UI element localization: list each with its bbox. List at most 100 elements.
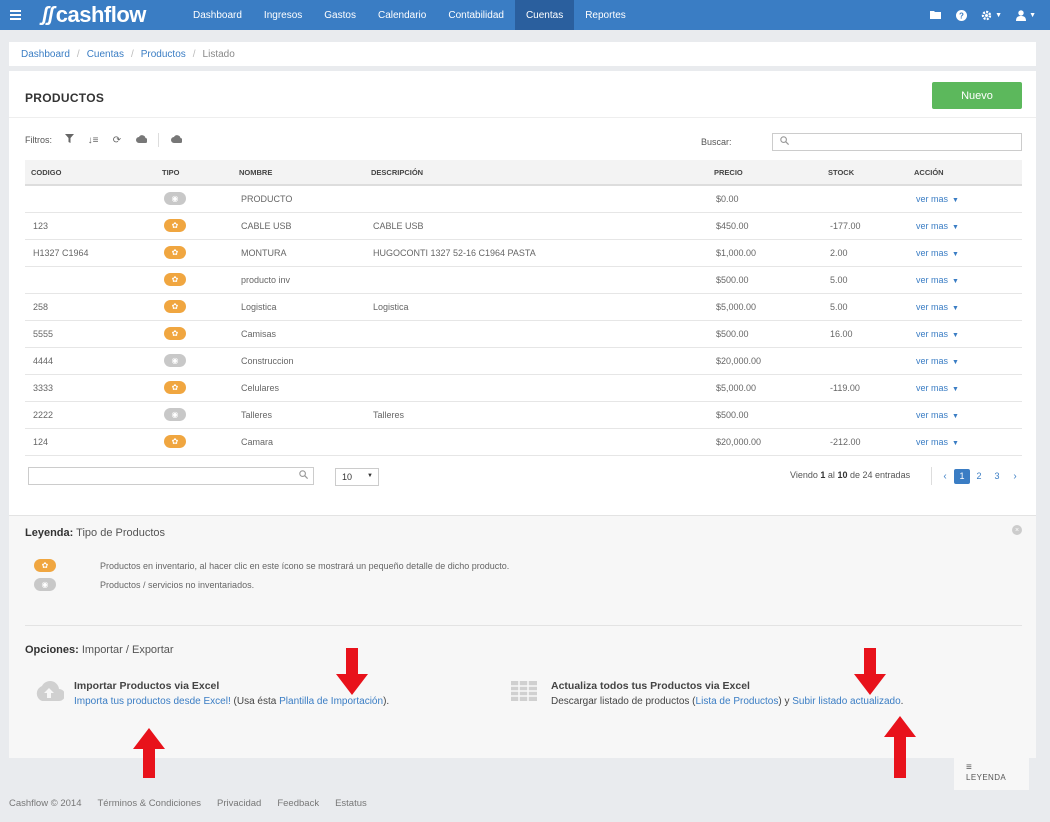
cell-tipo: ◉ [156,347,233,375]
table-row: 3333 ✿ Celulares $5,000.00 -119.00 ver mas ▼ [25,374,1022,402]
chevron-left-icon[interactable]: ‹ [936,469,954,484]
menu-icon[interactable] [0,0,30,30]
footer-search-input[interactable] [28,467,314,485]
folder-icon[interactable] [930,10,942,20]
cell-precio: $450.00 [708,212,822,240]
cell-stock: -212.00 [822,428,908,456]
update-option: Actualiza todos tus Productos via Excel … [511,680,903,708]
non-inventory-product-icon: ◉ [164,408,186,421]
breadcrumb-separator: / [192,48,196,60]
cell-accion: ver mas ▼ [908,347,1022,375]
filter-icon[interactable] [62,134,76,146]
nav-contabilidad[interactable]: Contabilidad [437,0,515,30]
sort-icon[interactable]: ↓≡ [86,135,100,146]
cloud-download-icon[interactable] [134,134,148,146]
inventory-product-icon[interactable]: ✿ [164,246,186,259]
legend-inventory-row: ✿ Productos en inventario, al hacer clic… [34,559,509,572]
cell-precio: $5,000.00 [708,293,822,321]
chevron-down-icon: ▼ [367,473,373,479]
footer-privacy-link[interactable]: Privacidad [217,798,261,809]
product-list-link[interactable]: Lista de Productos [696,696,779,707]
breadcrumb-cuentas[interactable]: Cuentas [87,49,124,60]
legend-inventory-text: Productos en inventario, al hacer clic e… [100,560,510,571]
col-codigo[interactable]: CODIGO [25,160,156,186]
ver-mas-dropdown[interactable]: ver mas ▼ [916,302,959,312]
breadcrumb-separator: / [76,48,80,60]
breadcrumb-productos[interactable]: Productos [141,49,186,60]
page-size-select[interactable]: 10 ▼ [335,468,379,486]
col-tipo[interactable]: TIPO [156,160,233,186]
breadcrumb-current: Listado [202,48,235,60]
annotation-arrow-up [884,716,916,778]
cell-precio: $500.00 [708,266,822,294]
table-row: ✿ producto inv $500.00 5.00 ver mas ▼ [25,266,1022,294]
page-3-button[interactable]: 3 [988,469,1006,484]
nav-calendario[interactable]: Calendario [367,0,437,30]
nav-ingresos[interactable]: Ingresos [253,0,313,30]
non-inventory-product-icon: ◉ [164,354,186,367]
app-logo[interactable]: ʃʃ cashflow [42,2,182,28]
refresh-icon[interactable]: ⟳ [110,135,124,146]
gear-icon[interactable]: ▼ [981,10,1002,21]
inventory-product-icon[interactable]: ✿ [164,381,186,394]
chevron-down-icon: ▼ [952,439,959,447]
chevron-down-icon: ▼ [952,250,959,258]
help-icon[interactable]: ? [956,9,968,21]
cell-descripcion: CABLE USB [365,212,708,240]
footer-terms-link[interactable]: Términos & Condiciones [97,798,201,809]
inventory-product-icon[interactable]: ✿ [164,300,186,313]
nav-reportes[interactable]: Reportes [574,0,637,30]
col-descripcion[interactable]: DESCRIPCIÓN [365,160,708,186]
chevron-right-icon[interactable]: › [1006,469,1024,484]
non-inventory-product-icon: ◉ [164,192,186,206]
col-precio[interactable]: PRECIO [708,160,822,186]
ver-mas-dropdown[interactable]: ver mas ▼ [916,329,959,339]
breadcrumb-separator: / [130,48,134,60]
col-stock[interactable]: STOCK [822,160,908,186]
upload-updated-list-link[interactable]: Subir listado actualizado [792,696,900,707]
legend-tab[interactable]: ≡ LEYENDA [954,758,1029,790]
cell-nombre: PRODUCTO [233,185,365,213]
footer-feedback-link[interactable]: Feedback [277,798,319,809]
new-product-button[interactable]: Nuevo [932,82,1022,109]
nav-gastos[interactable]: Gastos [313,0,367,30]
chevron-down-icon: ▼ [952,277,959,285]
inventory-product-icon[interactable]: ✿ [164,219,186,232]
ver-mas-dropdown[interactable]: ver mas ▼ [916,437,959,447]
col-nombre[interactable]: NOMBRE [233,160,365,186]
ver-mas-dropdown[interactable]: ver mas ▼ [916,194,959,204]
inventory-product-icon[interactable]: ✿ [164,327,186,340]
cell-accion: ver mas ▼ [908,401,1022,429]
ver-mas-dropdown[interactable]: ver mas ▼ [916,248,959,258]
non-inventory-product-icon: ◉ [34,578,56,591]
nav-cuentas[interactable]: Cuentas [514,0,575,30]
cell-nombre: producto inv [233,266,365,294]
cell-precio: $1,000.00 [708,239,822,267]
ver-mas-dropdown[interactable]: ver mas ▼ [916,383,959,393]
inventory-product-icon[interactable]: ✿ [164,273,186,286]
footer-status-link[interactable]: Estatus [335,798,367,809]
cell-accion: ver mas ▼ [908,212,1022,240]
search-input[interactable] [772,133,1022,151]
close-icon[interactable]: × [1012,525,1022,535]
cloud-upload-icon[interactable] [169,134,183,146]
user-icon[interactable]: ▼ [1016,9,1036,21]
cell-accion: ver mas ▼ [908,239,1022,267]
page-1-button[interactable]: 1 [954,468,970,484]
cell-nombre: Construccion [233,347,365,375]
cell-tipo: ◉ [156,401,233,429]
cell-stock: 16.00 [822,320,908,348]
chevron-down-icon: ▼ [1029,11,1036,19]
breadcrumb-dashboard[interactable]: Dashboard [21,49,70,60]
ver-mas-dropdown[interactable]: ver mas ▼ [916,356,959,366]
ver-mas-dropdown[interactable]: ver mas ▼ [916,410,959,420]
divider [25,625,1022,626]
page-2-button[interactable]: 2 [970,469,988,484]
nav-dashboard[interactable]: Dashboard [182,0,253,30]
annotation-arrow-up [133,728,165,778]
ver-mas-dropdown[interactable]: ver mas ▼ [916,221,959,231]
inventory-product-icon[interactable]: ✿ [164,435,186,448]
import-excel-link[interactable]: Importa tus productos desde Excel! [74,696,231,707]
import-template-link[interactable]: Plantilla de Importación [279,696,383,707]
ver-mas-dropdown[interactable]: ver mas ▼ [916,275,959,285]
